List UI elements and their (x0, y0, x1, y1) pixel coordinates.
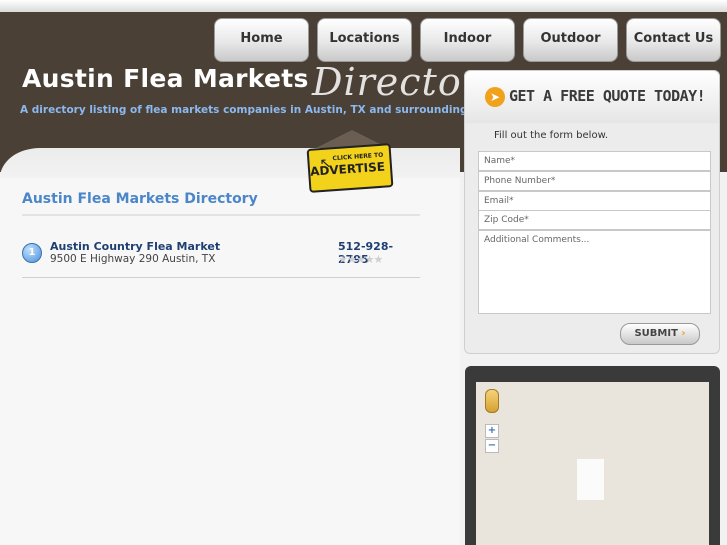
zip-field[interactable]: Zip Code* (478, 210, 711, 230)
zoom-out-button[interactable]: − (485, 439, 499, 453)
site-tagline: A directory listing of flea markets comp… (20, 104, 504, 116)
listing-name-link[interactable]: Austin Country Flea Market (50, 240, 220, 253)
map-tile (577, 459, 604, 500)
cursor-icon: ↖ (319, 155, 332, 173)
chevron-right-icon: › (681, 328, 686, 339)
advertise-button[interactable]: ↖ CLICK HERE TO ADVERTISE (306, 143, 394, 193)
section-divider (22, 214, 420, 216)
listing-rating-stars-icon: ★★★★★ (338, 253, 383, 266)
quote-instructions: Fill out the form below. (494, 130, 609, 141)
quote-title: GET A FREE QUOTE TODAY! (509, 87, 706, 105)
main-nav: Home Locations Indoor Outdoor Contact Us (0, 18, 727, 62)
map-canvas[interactable]: + − (476, 382, 709, 545)
nav-home-button[interactable]: Home (214, 18, 309, 62)
street-view-pegman-icon[interactable] (485, 389, 499, 413)
nav-locations-button[interactable]: Locations (317, 18, 412, 62)
quote-header: ➤ GET A FREE QUOTE TODAY! (465, 71, 719, 123)
nav-indoor-button[interactable]: Indoor (420, 18, 515, 62)
comments-textarea[interactable]: Additional Comments... (478, 230, 711, 314)
section-title: Austin Flea Markets Directory (22, 191, 258, 207)
nav-contact-button[interactable]: Contact Us (626, 18, 721, 62)
email-field[interactable]: Email* (478, 191, 711, 211)
advertise-sign[interactable]: ↖ CLICK HERE TO ADVERTISE (306, 130, 394, 193)
submit-label: SUBMIT (634, 328, 678, 339)
arrow-right-icon: ➤ (485, 87, 505, 107)
map-frame: + − (465, 366, 720, 545)
top-strip (0, 0, 727, 12)
submit-button[interactable]: SUBMIT › (620, 323, 700, 345)
listing-item: 1 Austin Country Flea Market 9500 E High… (22, 238, 420, 278)
main-content (0, 178, 460, 545)
phone-field[interactable]: Phone Number* (478, 171, 711, 191)
site-title[interactable]: Austin Flea Markets (22, 64, 309, 93)
quote-panel: ➤ GET A FREE QUOTE TODAY! Fill out the f… (464, 70, 720, 354)
name-field[interactable]: Name* (478, 151, 711, 171)
listing-address: 9500 E Highway 290 Austin, TX (50, 253, 216, 265)
listing-number-badge: 1 (22, 243, 42, 263)
zoom-in-button[interactable]: + (485, 424, 499, 438)
nav-outdoor-button[interactable]: Outdoor (523, 18, 618, 62)
